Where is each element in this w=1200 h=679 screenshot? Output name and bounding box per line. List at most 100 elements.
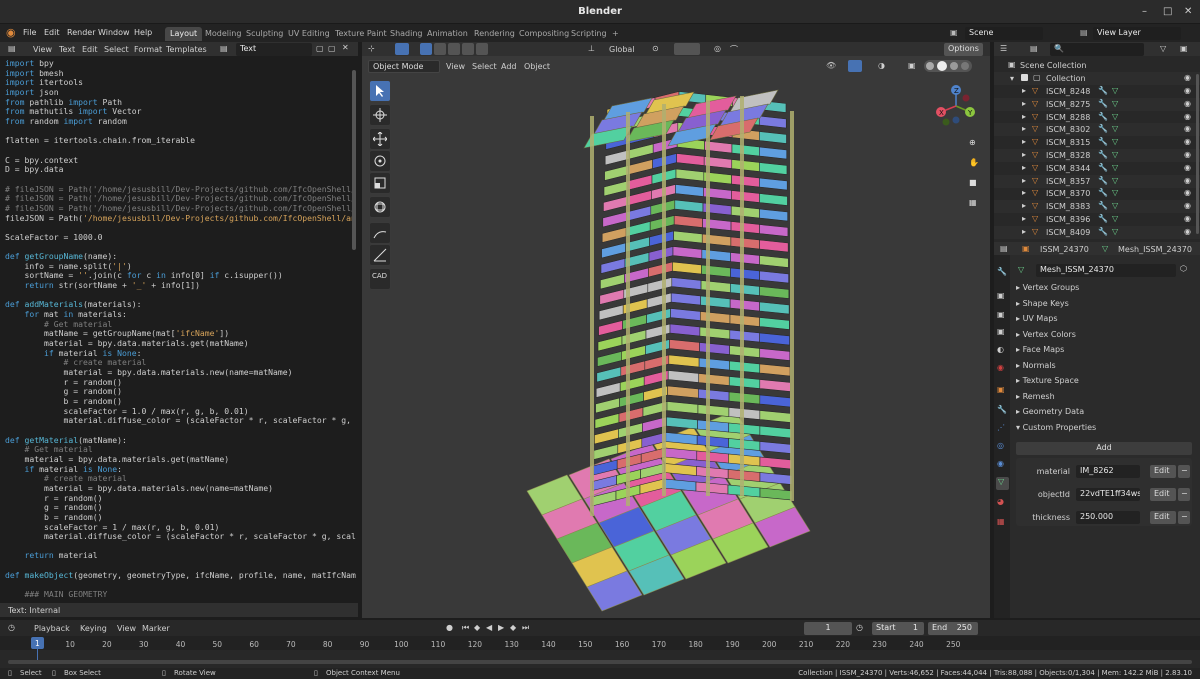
mesh-data-icon[interactable]: ▽ (1112, 227, 1118, 236)
mesh-data-tab-icon[interactable]: ▽ (996, 477, 1009, 490)
building-model[interactable] (512, 76, 872, 621)
edit-property-button[interactable]: Edit (1150, 488, 1176, 501)
zoom-view-icon[interactable]: ⊕ (969, 138, 976, 147)
texture-tab-icon[interactable]: ▦ (997, 517, 1005, 526)
move-tool-icon[interactable] (369, 128, 391, 150)
viewport-editor-type-icon[interactable]: ⊹ (368, 44, 375, 53)
timeline-editor-icon[interactable]: ◷ (8, 623, 15, 632)
outliner-item[interactable]: ▸ ▽ ISCM_8344 🔧 ▽ ◉ (994, 162, 1200, 175)
navigation-gizmo[interactable]: Z Y X (932, 82, 980, 130)
unlink-text-icon[interactable]: ✕ (342, 43, 349, 52)
expand-icon[interactable]: ▸ (1022, 124, 1026, 133)
text-menu-text[interactable]: Text (59, 45, 75, 54)
text-menu-select[interactable]: Select (104, 45, 129, 54)
snap-icon[interactable] (674, 43, 700, 55)
panel-custom-properties[interactable]: ▾ Custom Properties (1016, 423, 1188, 438)
expand-icon[interactable]: ▸ (1022, 99, 1026, 108)
mesh-data-icon[interactable]: ▽ (1112, 150, 1118, 159)
modifier-icon[interactable]: 🔧 (1098, 137, 1108, 146)
select-extend-icon[interactable] (434, 43, 446, 55)
annotate-tool-icon[interactable] (369, 222, 391, 244)
transform-orientation[interactable]: Global (609, 45, 635, 54)
remove-property-icon[interactable]: − (1178, 511, 1190, 524)
mesh-data-icon[interactable]: ▽ (1112, 176, 1118, 185)
mesh-data-icon[interactable]: ▽ (1112, 214, 1118, 223)
visibility-eye-icon[interactable]: ◉ (1184, 73, 1191, 82)
select-subtract-icon[interactable] (448, 43, 460, 55)
outliner-item[interactable]: ▸ ▽ ISCM_8288 🔧 ▽ ◉ (994, 111, 1200, 124)
text-scrollbar[interactable] (352, 70, 356, 250)
collapse-icon[interactable]: ▾ (1010, 74, 1014, 83)
timeline-menu-playback[interactable]: Playback (34, 624, 70, 633)
record-icon[interactable]: ● (446, 623, 453, 632)
expand-icon[interactable]: ▸ (1022, 176, 1026, 185)
text-menu-edit[interactable]: Edit (82, 45, 98, 54)
outliner-scene-collection[interactable]: ▣ Scene Collection (994, 59, 1200, 72)
visibility-eye-icon[interactable]: ◉ (1184, 99, 1191, 108)
jump-end-icon[interactable]: ⏭ (522, 623, 529, 633)
object-tab-icon[interactable]: ▣ (997, 385, 1005, 394)
shading-modes[interactable] (924, 60, 972, 72)
open-text-icon[interactable]: ▢ (328, 44, 336, 53)
expand-icon[interactable]: ▸ (1022, 214, 1026, 223)
text-menu-templates[interactable]: Templates (166, 45, 207, 54)
tab-texture-paint[interactable]: Texture Paint (330, 27, 392, 41)
text-datablock-field[interactable]: Text (236, 43, 312, 56)
outliner-item[interactable]: ▸ ▽ ISCM_8396 🔧 ▽ ◉ (994, 213, 1200, 226)
modifier-icon[interactable]: 🔧 (1098, 201, 1108, 210)
modifier-icon[interactable]: 🔧 (1098, 112, 1108, 121)
timeline-menu-marker[interactable]: Marker (142, 624, 170, 633)
visibility-eye-icon[interactable]: ◉ (1184, 86, 1191, 95)
tab-sculpting[interactable]: Sculpting (241, 27, 288, 41)
visibility-icon[interactable]: 👁 (826, 61, 836, 70)
expand-icon[interactable]: ▸ (1022, 150, 1026, 159)
modifier-icon[interactable]: 🔧 (1098, 227, 1108, 236)
select-tool-icon[interactable] (369, 80, 391, 102)
modifier-tab-icon[interactable]: 🔧 (997, 405, 1007, 414)
panel-texture-space[interactable]: ▸ Texture Space (1016, 376, 1188, 391)
tab-modeling[interactable]: Modeling (200, 27, 246, 41)
viewport-menu-view[interactable]: View (446, 62, 465, 71)
tab-animation[interactable]: Animation (422, 27, 473, 41)
outliner-item[interactable]: ▸ ▽ ISCM_8328 🔧 ▽ ◉ (994, 149, 1200, 162)
cursor-tool-icon[interactable] (369, 104, 391, 126)
text-menu-format[interactable]: Format (134, 45, 162, 54)
gizmo-toggle-icon[interactable] (848, 60, 862, 72)
outliner-item[interactable]: ▸ ▽ ISCM_8248 🔧 ▽ ◉ (994, 85, 1200, 98)
visibility-eye-icon[interactable]: ◉ (1184, 188, 1191, 197)
select-box-icon[interactable] (420, 43, 432, 55)
property-value-field[interactable]: 22vdTE1ff34ws... (1076, 488, 1140, 501)
outliner-scrollbar[interactable] (1196, 74, 1199, 234)
preview-range-icon[interactable]: ◷ (856, 623, 863, 632)
start-frame-field[interactable]: Start 1 (872, 622, 924, 635)
menu-window[interactable]: Window (98, 28, 130, 37)
solid-shading-icon[interactable] (937, 61, 947, 71)
outliner-item[interactable]: ▸ ▽ ISCM_8302 🔧 ▽ ◉ (994, 123, 1200, 137)
current-frame-field[interactable]: 1 (804, 622, 852, 635)
menu-help[interactable]: Help (134, 28, 152, 37)
material-tab-icon[interactable]: ◕ (997, 497, 1004, 506)
modifier-icon[interactable]: 🔧 (1098, 163, 1108, 172)
fake-user-icon[interactable]: ⬡ (1180, 264, 1187, 273)
close-icon[interactable]: ✕ (1184, 6, 1192, 17)
render-tab-icon[interactable]: ▣ (997, 291, 1005, 300)
remove-property-icon[interactable]: − (1178, 488, 1190, 501)
select-intersect-icon[interactable] (476, 43, 488, 55)
text-menu-view[interactable]: View (33, 45, 52, 54)
outliner-item[interactable]: ▸ ▽ ISCM_8409 🔧 ▽ ◉ (994, 225, 1200, 239)
visibility-eye-icon[interactable]: ◉ (1184, 150, 1191, 159)
mesh-data-icon[interactable]: ▽ (1112, 201, 1118, 210)
timeline-scrollbar[interactable] (8, 660, 1192, 664)
timeline-menu-keying[interactable]: Keying (80, 624, 107, 633)
modifier-icon[interactable]: 🔧 (1098, 150, 1108, 159)
property-value-field[interactable]: 250.000 (1076, 511, 1140, 524)
mesh-data-icon[interactable]: ▽ (1112, 112, 1118, 121)
visibility-eye-icon[interactable]: ◉ (1184, 112, 1191, 121)
view-layer-tab-icon[interactable]: ▣ (997, 327, 1005, 336)
play-reverse-icon[interactable]: ◀ (486, 623, 492, 632)
jump-start-icon[interactable]: ⏮ (462, 623, 469, 633)
outliner-editor-icon[interactable]: ☰ (1000, 44, 1007, 53)
viewport-menu-add[interactable]: Add (501, 62, 517, 71)
camera-view-icon[interactable]: ■ (969, 178, 977, 187)
outliner-item[interactable]: ▸ ▽ ISCM_8370 🔧 ▽ ◉ (994, 187, 1200, 200)
